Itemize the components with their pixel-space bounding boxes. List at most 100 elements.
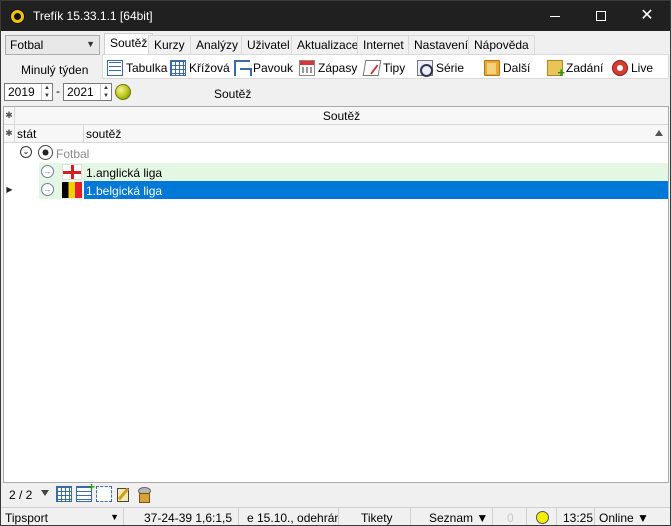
period-label[interactable]: Minulý týden	[21, 63, 88, 77]
arrow-right-icon[interactable]: →	[41, 165, 54, 178]
maximize-button[interactable]	[578, 1, 624, 31]
table-button[interactable]: Tabulka	[107, 59, 167, 77]
filter-icon[interactable]	[41, 490, 49, 496]
provider-value: Tipsport	[5, 511, 48, 525]
add-entry-icon	[547, 60, 565, 80]
column-competition[interactable]: soutěž	[86, 127, 121, 141]
calendar-icon	[299, 60, 315, 76]
bracket-button[interactable]: Pavouk	[234, 59, 293, 77]
spinner-arrows-icon[interactable]: ▲ ▼	[41, 84, 52, 100]
database-icon[interactable]	[136, 486, 152, 503]
table-icon	[107, 60, 123, 76]
group-header: ✱ Soutěž	[4, 107, 668, 125]
table-row[interactable]: → 1.anglická liga	[4, 163, 668, 181]
more-button[interactable]: Další	[484, 59, 530, 77]
tab-odds[interactable]: Kurzy	[148, 35, 191, 54]
league-name: 1.belgická liga	[86, 184, 163, 198]
status-indicator	[527, 508, 557, 525]
chevron-down-icon: ▼	[110, 512, 119, 522]
live-button[interactable]: Live	[612, 59, 653, 77]
app-window: Trefík 15.33.1.1 [64bit] ✕ Fotbal ▼ Minu…	[0, 0, 671, 526]
clock: 13:25	[557, 508, 595, 525]
bracket-label: Pavouk	[253, 61, 294, 75]
minimize-icon	[550, 15, 560, 17]
arrow-right-icon[interactable]: →	[41, 183, 54, 196]
year-from-spinner[interactable]: 2019 ▲ ▼	[4, 83, 53, 101]
year-to-value: 2021	[67, 85, 94, 99]
sport-select[interactable]: Fotbal ▼	[5, 35, 100, 55]
cross-table-button[interactable]: Křížová	[170, 59, 230, 77]
counter-status: 0	[493, 508, 527, 525]
chevron-down-icon: ▼	[86, 39, 95, 49]
belgium-flag-icon	[62, 182, 82, 198]
toolbar-panel: Tabulka Křížová Pavouk Zápasy Tipy Série…	[102, 54, 669, 80]
tickets-button[interactable]: Tikety	[339, 508, 411, 525]
tab-analyses[interactable]: Analýzy	[190, 35, 245, 54]
status-dot-icon	[536, 511, 549, 524]
entry-button[interactable]: Zadání	[547, 59, 604, 80]
series-button[interactable]: Série	[417, 59, 464, 77]
list-dropdown[interactable]: Seznam ▼	[411, 508, 493, 525]
tab-settings[interactable]: Nastavení	[408, 35, 475, 54]
minimize-button[interactable]	[532, 1, 578, 31]
bracket-icon	[234, 60, 252, 76]
row-pointer-icon: ▶	[6, 185, 13, 194]
grid-icon	[170, 60, 186, 76]
edit-icon[interactable]	[116, 486, 132, 502]
group-title: Soutěž	[322, 109, 361, 123]
year-separator: -	[56, 84, 60, 98]
tab-help[interactable]: Nápověda	[468, 35, 535, 54]
matches-button[interactable]: Zápasy	[299, 59, 357, 77]
record-count: 2 / 2	[9, 488, 33, 502]
series-icon	[417, 60, 433, 77]
status-bar: Tipsport ▼ 37-24-39 1,6:1,5 e 15.10., od…	[1, 507, 670, 525]
filter-label: Soutěž	[214, 87, 252, 101]
folder-icon	[484, 60, 500, 76]
online-dropdown[interactable]: Online ▼	[595, 508, 670, 525]
sport-group-row[interactable]: ⌄ Fotbal	[4, 144, 668, 162]
spinner-arrows-icon[interactable]: ▲ ▼	[100, 84, 111, 100]
title-bar[interactable]: Trefík 15.33.1.1 [64bit] ✕	[1, 1, 670, 31]
column-country[interactable]: stát	[15, 125, 84, 142]
england-flag-icon	[62, 164, 82, 180]
sort-asc-icon	[655, 130, 663, 136]
entry-label: Zadání	[566, 61, 604, 75]
tips-button[interactable]: Tipy	[362, 59, 405, 77]
live-icon	[612, 60, 628, 76]
asterisk-icon[interactable]: ✱	[4, 125, 15, 142]
grid-view-icon[interactable]	[56, 486, 72, 502]
maximize-icon	[596, 11, 606, 21]
window-title: Trefík 15.33.1.1 [64bit]	[33, 9, 153, 23]
cross-table-label: Křížová	[189, 61, 230, 75]
tab-updates[interactable]: Aktualizace	[291, 35, 365, 54]
soccer-ball-icon	[38, 145, 53, 160]
odds-status: 37-24-39 1,6:1,5	[124, 508, 239, 525]
blank-table-icon[interactable]	[96, 486, 112, 502]
asterisk-icon[interactable]: ✱	[4, 107, 15, 124]
provider-select[interactable]: Tipsport ▼	[1, 508, 124, 525]
league-name: 1.anglická liga	[86, 166, 163, 180]
add-row-icon[interactable]	[76, 480, 95, 502]
year-to-spinner[interactable]: 2021 ▲ ▼	[63, 83, 112, 101]
matches-label: Zápasy	[318, 61, 358, 75]
competition-grid[interactable]: ✱ Soutěž ✱ stát soutěž ⌄ Fotbal → 1.angl…	[3, 106, 669, 483]
table-row[interactable]: ▶ → 1.belgická liga	[4, 181, 668, 199]
tab-internet[interactable]: Internet	[357, 35, 410, 54]
table-label: Tabulka	[126, 61, 168, 75]
live-label: Live	[631, 61, 654, 75]
tab-competition[interactable]: Soutěž	[104, 33, 154, 54]
sport-select-value: Fotbal	[10, 38, 44, 52]
app-logo-icon	[10, 9, 25, 24]
ticket-icon	[362, 60, 382, 76]
row-selection	[84, 181, 668, 199]
collapse-icon[interactable]: ⌄	[20, 146, 32, 158]
column-header: ✱ stát soutěž	[4, 125, 668, 143]
more-label: Další	[503, 61, 531, 75]
close-icon: ✕	[640, 7, 654, 24]
sport-group-label: Fotbal	[56, 147, 90, 161]
year-from-value: 2019	[8, 85, 35, 99]
close-button[interactable]: ✕	[624, 1, 670, 31]
tennis-ball-icon[interactable]	[115, 84, 131, 100]
tab-user[interactable]: Uživatel	[241, 35, 296, 54]
series-label: Série	[436, 61, 465, 75]
